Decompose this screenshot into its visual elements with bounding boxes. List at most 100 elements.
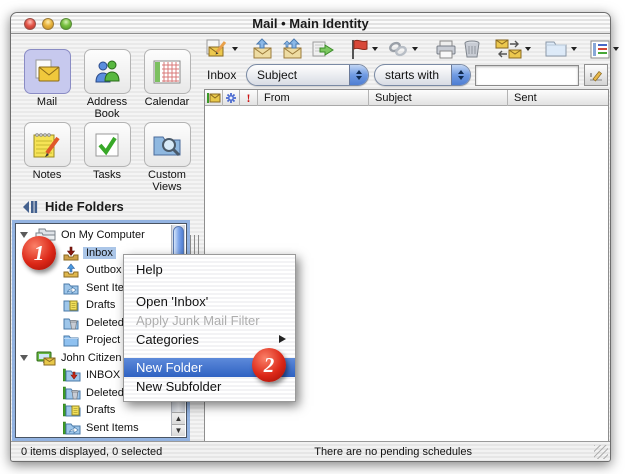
tasks-button[interactable] [84,122,131,167]
column-from-label: From [264,92,290,104]
views-button[interactable] [590,37,610,61]
mail-button[interactable] [24,49,71,94]
send-receive-icon [495,38,522,60]
send-receive-dropdown-arrow[interactable] [525,47,531,51]
notes-button[interactable] [24,122,71,167]
trash-folder-icon [63,316,79,333]
envelope-column-icon [207,93,221,103]
reply-all-button[interactable] [281,37,305,61]
tree-label: Drafts [86,404,115,416]
advanced-find-button[interactable] [584,64,608,86]
calendar-button[interactable] [144,49,191,94]
current-folder-label: Inbox [207,68,236,82]
status-bar: 0 items displayed, 0 selected There are … [11,441,610,461]
disclosure-triangle-icon[interactable] [20,232,28,238]
status-items-count: 0 items displayed, 0 selected [21,446,162,458]
column-links[interactable] [223,90,240,106]
nav-mail[interactable]: Mail [17,49,77,108]
menu-item-categories[interactable]: Categories [124,330,295,349]
tree-label: Outbox [86,264,121,276]
toolbar-folder-button[interactable] [544,37,568,61]
views-dropdown-arrow[interactable] [613,47,619,51]
edit-criteria-icon [589,69,604,82]
step-badge-2: 2 [252,348,286,382]
status-schedules: There are no pending schedules [314,446,472,458]
hide-folders-toggle[interactable]: Hide Folders [23,199,124,214]
send-receive-button[interactable] [495,37,522,61]
hide-folders-label: Hide Folders [45,199,124,214]
popup-stepper-icon [451,65,470,85]
custom-views-icon [152,132,182,158]
disclosure-triangle-icon[interactable] [20,355,28,361]
column-sent[interactable]: Sent [508,90,608,106]
tree-label: Sent Items [86,422,139,434]
link-button[interactable] [387,37,409,61]
reply-icon [251,38,275,60]
tree-label: John Citizen [61,352,122,364]
tree-label: Drafts [86,299,115,311]
scroll-up-arrow[interactable]: ▲ [172,412,185,424]
address-book-label: Address Book [77,96,137,120]
folder-icon [544,40,568,58]
menu-item-help[interactable]: Help [124,260,295,279]
flag-icon [349,38,369,60]
column-online-status[interactable] [205,90,223,106]
gear-column-icon [225,92,237,104]
imap-account-icon [35,351,56,369]
column-subject[interactable]: Subject [369,90,508,106]
mail-label: Mail [17,96,77,108]
filter-search-input[interactable] [475,65,579,86]
column-subject-label: Subject [375,92,412,104]
new-message-dropdown-arrow[interactable] [232,47,238,51]
address-book-button[interactable] [84,49,131,94]
mail-icon [32,59,62,85]
scroll-down-arrow[interactable]: ▼ [172,424,185,436]
views-icon [590,40,610,59]
tree-label: Inbox [83,247,116,259]
nav-notes[interactable]: Notes [17,122,77,181]
custom-views-button[interactable] [144,122,191,167]
nav-tasks[interactable]: Tasks [77,122,137,181]
drafts-folder-icon [63,298,79,315]
mail-window: Mail • Main Identity Mail Address Book [10,12,611,462]
delete-button[interactable] [463,37,481,61]
address-book-icon [93,58,121,86]
folder-dropdown-arrow[interactable] [571,47,577,51]
window-title: Mail • Main Identity [11,16,610,31]
filter-field-value: Subject [247,68,349,82]
flag-button[interactable] [349,37,369,61]
imap-trash-icon [63,386,81,403]
link-dropdown-arrow[interactable] [412,47,418,51]
tree-row-imap-drafts[interactable]: Drafts [16,402,186,419]
menu-separator [124,279,295,292]
tree-label: On My Computer [61,229,145,241]
resize-grip[interactable] [594,445,608,459]
forward-button[interactable] [311,37,335,61]
priority-column-icon: ! [247,91,251,106]
list-header: ! From Subject Sent [205,90,608,106]
tree-label: INBOX [86,369,120,381]
notes-icon [32,131,62,159]
imap-inbox-icon [63,368,81,385]
nav-calendar[interactable]: Calendar [137,49,197,108]
filter-operator-select[interactable]: starts with [374,64,471,86]
link-icon [387,39,409,59]
tree-row-imap-sent[interactable]: Sent Items [16,420,186,437]
menu-item-categories-label: Categories [136,332,199,347]
notes-label: Notes [17,169,77,181]
reply-button[interactable] [251,37,275,61]
menu-item-open-inbox[interactable]: Open 'Inbox' [124,292,295,311]
tasks-icon [94,132,120,158]
print-button[interactable] [435,37,457,61]
trash-icon [463,39,481,59]
column-priority[interactable]: ! [240,90,258,106]
filter-field-select[interactable]: Subject [246,64,369,86]
column-from[interactable]: From [258,90,369,106]
nav-custom-views[interactable]: Custom Views [137,122,197,193]
print-icon [435,39,457,60]
new-message-button[interactable] [205,37,229,61]
flag-dropdown-arrow[interactable] [372,47,378,51]
menu-item-apply-junk-mail-filter: Apply Junk Mail Filter [124,311,295,330]
title-bar[interactable]: Mail • Main Identity [11,13,610,34]
nav-address-book[interactable]: Address Book [77,49,137,120]
